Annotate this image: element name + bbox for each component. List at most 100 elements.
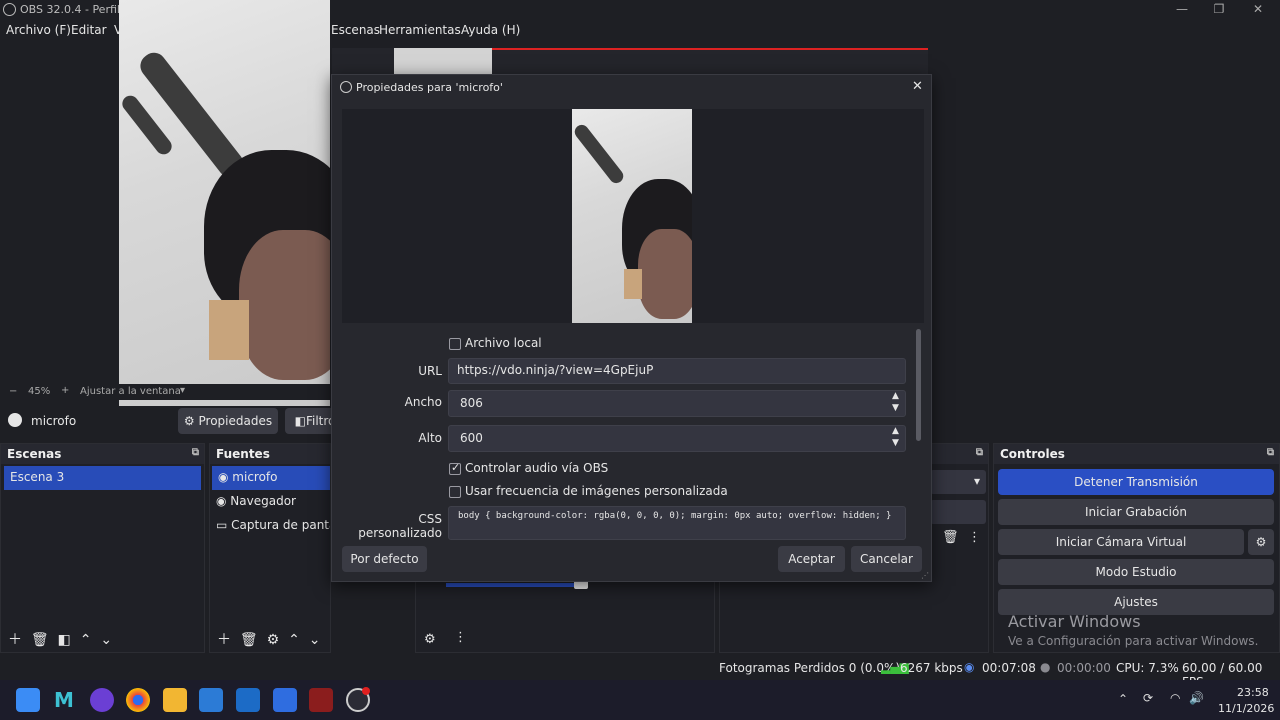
app-icon[interactable]: M — [54, 688, 78, 712]
zoom-out-button[interactable]: − — [9, 386, 17, 397]
gear-icon[interactable]: ⚙ — [424, 632, 436, 647]
accept-button[interactable]: Aceptar — [778, 546, 845, 572]
custom-fps-label: Usar frecuencia de imágenes personalizad… — [465, 484, 728, 498]
live-badge — [362, 687, 370, 695]
properties-button[interactable]: ⚙ Propiedades — [178, 408, 278, 434]
menu-archivo[interactable]: Archivo (F) — [6, 23, 71, 37]
url-input[interactable]: https://vdo.ninja/?view=4GpEjuP — [448, 358, 906, 384]
sync-icon[interactable]: ⟳ — [1143, 691, 1153, 705]
minimize-button[interactable]: — — [1175, 2, 1189, 16]
filter-icon[interactable]: ◧ — [58, 632, 71, 648]
stream-icon: ◉ — [964, 660, 975, 674]
scene-item[interactable]: Escena 3 — [4, 466, 201, 490]
css-textarea[interactable]: body { background-color: rgba(0, 0, 0, 0… — [448, 506, 906, 540]
browser-icon: ◉ — [216, 494, 231, 508]
maximize-button[interactable]: ❐ — [1212, 2, 1226, 16]
studio-mode-button[interactable]: Modo Estudio — [998, 559, 1274, 585]
shield-icon[interactable] — [236, 688, 260, 712]
trash-icon[interactable]: 🗑 — [942, 530, 959, 545]
game-icon[interactable] — [309, 688, 333, 712]
menu-escenas[interactable]: Escenas — [331, 23, 380, 37]
zoom-fit-label[interactable]: Ajustar a la ventana — [80, 386, 181, 397]
popout-icon[interactable]: ⧉ — [192, 447, 199, 458]
custom-fps-checkbox[interactable] — [449, 486, 461, 498]
taskbar: M ⌃ ⟳ ◠ 🔊 23:58 11/1/2026 — [0, 680, 1280, 720]
selected-source-name: microfo — [31, 414, 77, 428]
add-icon[interactable]: ＋ — [217, 632, 231, 648]
folder-icon[interactable] — [163, 688, 187, 712]
chevron-up-icon[interactable]: ⌃ — [1118, 692, 1128, 706]
source-item[interactable]: ◉ microfo — [212, 466, 330, 490]
browser-icon: ◉ — [218, 470, 233, 484]
chrome-icon[interactable] — [126, 688, 150, 712]
arrow-down-icon[interactable]: ⌄ — [100, 632, 112, 648]
sources-title: Fuentes — [216, 447, 270, 461]
chevron-down-icon[interactable]: ▾ — [180, 385, 185, 396]
popout-icon[interactable]: ⧉ — [1267, 447, 1274, 458]
obs-logo-icon — [3, 3, 16, 16]
add-icon[interactable]: ＋ — [8, 632, 22, 648]
trash-icon[interactable]: 🗑 — [31, 632, 49, 648]
controls-title: Controles — [1000, 447, 1065, 461]
menu-editar[interactable]: Editar — [71, 23, 107, 37]
filter-icon: ◧ — [294, 414, 306, 428]
dialog-title: Propiedades para 'microfo' — [356, 81, 503, 94]
menu-ayuda[interactable]: Ayuda (H) — [461, 23, 520, 37]
gear-icon[interactable]: ⚙ — [1248, 529, 1274, 555]
width-label: Ancho — [404, 395, 442, 409]
arrow-up-icon[interactable]: ⌃ — [80, 632, 92, 648]
activation-title: Activar Windows — [1008, 612, 1141, 631]
camera-feed — [119, 0, 330, 418]
gear-icon[interactable]: ⚙ — [267, 632, 280, 648]
dialog-title-bar: Propiedades para 'microfo' ✕ — [332, 75, 931, 101]
defaults-button[interactable]: Por defecto — [342, 546, 427, 572]
height-spinbox[interactable]: 600 — [448, 425, 906, 452]
status-bar: Fotogramas Perdidos 0 (0.0%) ▂▄▆ 6267 kb… — [0, 656, 1280, 689]
wifi-icon[interactable]: ◠ — [1170, 691, 1180, 705]
start-virtual-camera-button[interactable]: Iniciar Cámara Virtual — [998, 529, 1244, 555]
store-icon[interactable] — [199, 688, 223, 712]
spin-arrows-icon[interactable]: ▲ ▼ — [892, 425, 899, 449]
clock-time[interactable]: 23:58 — [1237, 686, 1269, 699]
gear-icon: ⚙ — [183, 414, 195, 428]
zoom-in-button[interactable]: + — [61, 385, 69, 396]
close-icon[interactable]: ✕ — [912, 79, 923, 94]
local-file-checkbox[interactable] — [449, 338, 461, 350]
properties-dialog: Propiedades para 'microfo' ✕ Archivo loc… — [331, 74, 932, 582]
spin-arrows-icon[interactable]: ▲ ▼ — [892, 390, 899, 414]
windows-start-icon[interactable] — [16, 688, 40, 712]
css-label: CSS personalizado — [358, 512, 442, 540]
source-preview — [342, 109, 924, 323]
more-icon[interactable]: ⋮ — [968, 530, 981, 545]
sources-dock: Fuentes ◉ microfo ◉ Navegador ▭ Captura … — [209, 443, 331, 653]
source-item[interactable]: ◉ Navegador — [210, 490, 330, 514]
volume-icon[interactable]: 🔊 — [1189, 691, 1204, 705]
transition-select[interactable]: ▾ — [930, 470, 986, 494]
source-item[interactable]: ▭ Captura de pantalla — [210, 514, 330, 538]
more-icon[interactable]: ⋮ — [454, 630, 467, 645]
start-recording-button[interactable]: Iniciar Grabación — [998, 499, 1274, 525]
popout-icon[interactable]: ⧉ — [976, 447, 983, 458]
arrow-down-icon[interactable]: ⌄ — [309, 632, 321, 648]
resize-grip-icon[interactable]: ⋰ — [921, 571, 929, 580]
clock-date[interactable]: 11/1/2026 — [1218, 702, 1274, 715]
dropped-frames: Fotogramas Perdidos 0 (0.0%) — [719, 661, 901, 675]
arrow-up-icon[interactable]: ⌃ — [288, 632, 300, 648]
stop-stream-button[interactable]: Detener Transmisión — [998, 469, 1274, 495]
app-icon[interactable] — [90, 688, 114, 712]
width-spinbox[interactable]: 806 — [448, 390, 906, 417]
app-icon[interactable] — [273, 688, 297, 712]
cpu-usage: CPU: 7.3% — [1116, 661, 1179, 675]
record-icon: ● — [1040, 660, 1051, 674]
close-button[interactable]: ✕ — [1251, 2, 1265, 16]
scenes-dock: Escenas ⧉ Escena 3 ＋ 🗑 ◧ ⌃ ⌄ — [0, 443, 205, 653]
cancel-button[interactable]: Cancelar — [851, 546, 922, 572]
monitor-icon: ▭ — [216, 518, 232, 532]
trash-icon[interactable]: 🗑 — [240, 632, 258, 648]
duration-spin[interactable] — [930, 500, 986, 524]
control-audio-checkbox[interactable] — [449, 461, 461, 475]
menu-herramientas[interactable]: Herramientas — [379, 23, 461, 37]
activation-subtitle: Ve a Configuración para activar Windows. — [1008, 634, 1259, 648]
scrollbar[interactable] — [916, 329, 921, 441]
bitrate: 6267 kbps — [900, 661, 963, 675]
